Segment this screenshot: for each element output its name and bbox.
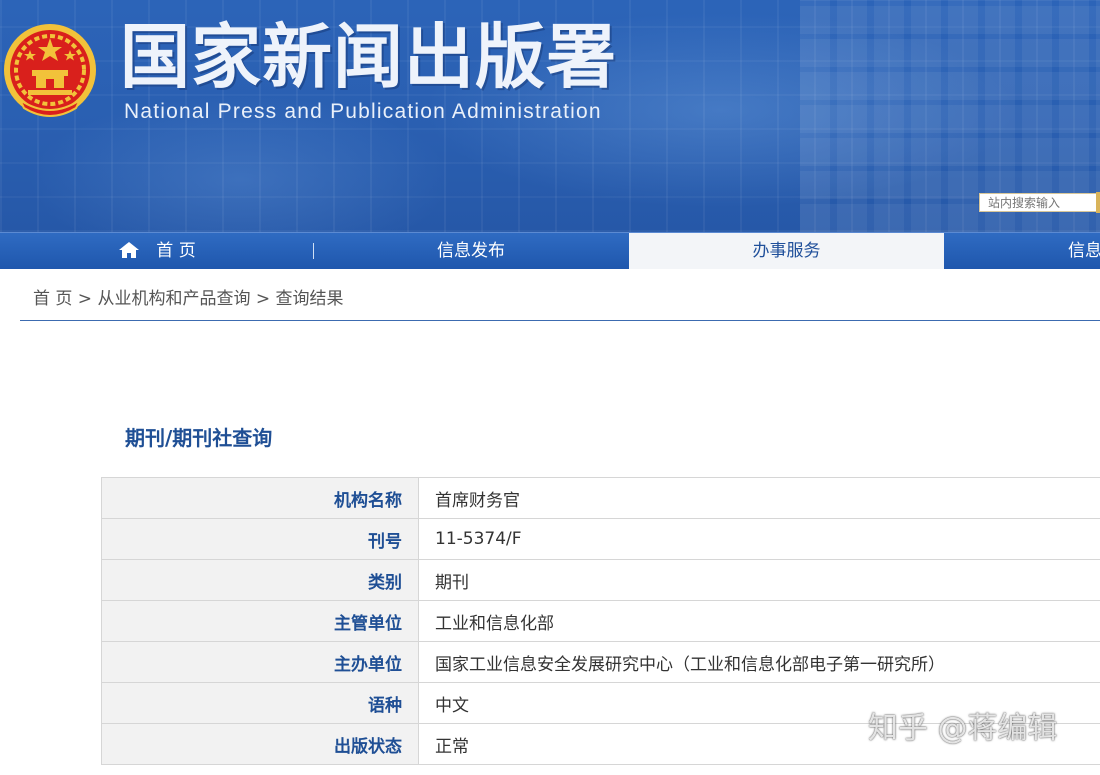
table-row: 主办单位 国家工业信息安全发展研究中心（工业和信息化部电子第一研究所） [101,641,1100,683]
breadcrumb-separator: > [250,289,276,309]
row-label: 出版状态 [101,723,419,765]
row-label: 主办单位 [101,641,419,683]
row-value: 11-5374/F [418,518,1100,560]
nav-item-label: 办事服务 [752,241,821,261]
national-emblem-icon [4,24,96,117]
search-button[interactable] [1096,192,1100,213]
row-value: 工业和信息化部 [418,600,1100,642]
breadcrumb-current: 查询结果 [275,289,344,309]
table-row: 主管单位 工业和信息化部 [101,600,1100,642]
nav-item-home[interactable]: 首 页 [0,233,314,269]
row-label: 类别 [101,559,419,601]
main-nav: 首 页 信息发布 办事服务 信息 [0,232,1100,269]
row-value: 首席财务官 [418,477,1100,519]
nav-item-label: 信息 [1068,241,1100,261]
site-subtitle: National Press and Publication Administr… [124,100,602,123]
nav-item-info[interactable]: 信息 [1068,233,1100,269]
site-header: 国家新闻出版署 National Press and Publication A… [0,0,1100,232]
nav-item-label: 信息发布 [437,241,505,261]
table-row: 机构名称 首席财务官 [101,477,1100,519]
row-label: 主管单位 [101,600,419,642]
table-row: 刊号 11-5374/F [101,518,1100,560]
nav-item-label: 首 页 [156,241,196,261]
site-title: 国家新闻出版署 [120,16,617,98]
home-icon [119,242,140,258]
nav-item-info-release[interactable]: 信息发布 [314,233,628,269]
row-label: 机构名称 [101,477,419,519]
row-label: 刊号 [101,518,419,560]
row-label: 语种 [101,682,419,724]
breadcrumb-home[interactable]: 首 页 [33,289,72,309]
breadcrumb-org-query[interactable]: 从业机构和产品查询 [97,289,250,309]
breadcrumb: 首 页 > 从业机构和产品查询 > 查询结果 [33,287,344,311]
breadcrumb-separator: > [72,289,98,309]
zhihu-watermark: 知乎 @蒋编辑 [868,711,1058,746]
section-title: 期刊/期刊社查询 [125,426,273,450]
row-value: 期刊 [418,559,1100,601]
table-row: 类别 期刊 [101,559,1100,601]
row-value: 国家工业信息安全发展研究中心（工业和信息化部电子第一研究所） [418,641,1100,683]
site-search-input[interactable] [979,193,1097,212]
nav-item-services[interactable]: 办事服务 [629,233,944,269]
breadcrumb-divider [20,320,1100,321]
